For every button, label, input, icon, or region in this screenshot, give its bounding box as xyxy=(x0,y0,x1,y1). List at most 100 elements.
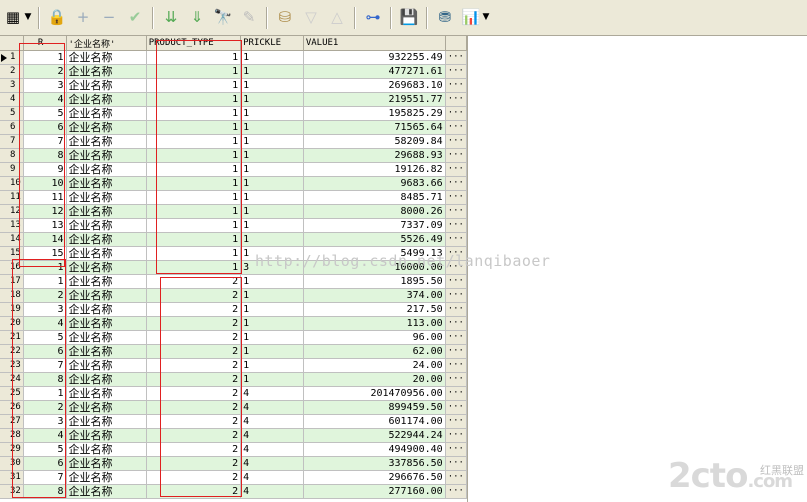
cell-company-name[interactable]: 企业名称 xyxy=(66,204,147,219)
cell-ellipsis-button[interactable]: ··· xyxy=(445,218,467,233)
row-number[interactable]: 16 xyxy=(0,260,24,275)
table-row[interactable]: 31 7 企业名称 2 4 296676.50 ··· xyxy=(0,470,467,485)
cell-r[interactable]: 3 xyxy=(23,414,67,429)
row-number[interactable]: 3 xyxy=(0,78,24,93)
cell-prickle[interactable]: 1 xyxy=(240,372,304,387)
cell-product-type[interactable]: 2 xyxy=(146,358,242,373)
cell-prickle[interactable]: 1 xyxy=(240,302,304,317)
find-icon[interactable]: 🔭 xyxy=(212,7,234,29)
cell-r[interactable]: 5 xyxy=(23,106,67,121)
cell-prickle[interactable]: 1 xyxy=(240,64,304,79)
row-number[interactable]: 25 xyxy=(0,386,24,401)
table-row[interactable]: 11 11 企业名称 1 1 8485.71 ··· xyxy=(0,190,467,205)
table-row[interactable]: 18 2 企业名称 2 1 374.00 ··· xyxy=(0,288,467,303)
cell-ellipsis-button[interactable]: ··· xyxy=(445,386,467,401)
filter-down-icon[interactable]: ⇊ xyxy=(160,7,182,29)
cell-ellipsis-button[interactable]: ··· xyxy=(445,204,467,219)
cell-value1[interactable]: 195825.29 xyxy=(303,106,446,121)
cell-ellipsis-button[interactable]: ··· xyxy=(445,190,467,205)
cell-value1[interactable]: 296676.50 xyxy=(303,470,446,485)
table-row[interactable]: 23 7 企业名称 2 1 24.00 ··· xyxy=(0,358,467,373)
cell-ellipsis-button[interactable]: ··· xyxy=(445,92,467,107)
cell-product-type[interactable]: 2 xyxy=(146,456,242,471)
cell-company-name[interactable]: 企业名称 xyxy=(66,316,147,331)
cell-company-name[interactable]: 企业名称 xyxy=(66,414,147,429)
table-row[interactable]: 8 8 企业名称 1 1 29688.93 ··· xyxy=(0,148,467,163)
cell-prickle[interactable]: 1 xyxy=(240,120,304,135)
cell-value1[interactable]: 522944.24 xyxy=(303,428,446,443)
cell-value1[interactable]: 8485.71 xyxy=(303,190,446,205)
table-row[interactable]: 24 8 企业名称 2 1 20.00 ··· xyxy=(0,372,467,387)
cell-prickle[interactable]: 1 xyxy=(240,92,304,107)
row-number[interactable]: 28 xyxy=(0,428,24,443)
row-number[interactable]: 24 xyxy=(0,372,24,387)
cell-r[interactable]: 1 xyxy=(23,274,67,289)
cell-value1[interactable]: 932255.49 xyxy=(303,50,446,65)
cell-company-name[interactable]: 企业名称 xyxy=(66,330,147,345)
cell-r[interactable]: 2 xyxy=(23,400,67,415)
row-number[interactable]: 5 xyxy=(0,106,24,121)
cell-company-name[interactable]: 企业名称 xyxy=(66,288,147,303)
cell-ellipsis-button[interactable]: ··· xyxy=(445,50,467,65)
table-row[interactable]: 21 5 企业名称 2 1 96.00 ··· xyxy=(0,330,467,345)
cell-company-name[interactable]: 企业名称 xyxy=(66,148,147,163)
cell-value1[interactable]: 19126.82 xyxy=(303,162,446,177)
cell-company-name[interactable]: 企业名称 xyxy=(66,302,147,317)
row-number[interactable]: 29 xyxy=(0,442,24,457)
cell-company-name[interactable]: 企业名称 xyxy=(66,50,147,65)
cell-product-type[interactable]: 1 xyxy=(146,246,242,261)
save-icon[interactable]: 💾 xyxy=(398,7,420,29)
cell-product-type[interactable]: 2 xyxy=(146,470,242,485)
cell-value1[interactable]: 5526.49 xyxy=(303,232,446,247)
cell-product-type[interactable]: 1 xyxy=(146,260,242,275)
row-number[interactable]: 26 xyxy=(0,400,24,415)
row-number[interactable]: 31 xyxy=(0,470,24,485)
cell-company-name[interactable]: 企业名称 xyxy=(66,134,147,149)
row-selector-header[interactable] xyxy=(0,36,24,51)
row-number[interactable]: 17 xyxy=(0,274,24,289)
table-row[interactable]: 22 6 企业名称 2 1 62.00 ··· xyxy=(0,344,467,359)
cell-value1[interactable]: 113.00 xyxy=(303,316,446,331)
cell-ellipsis-button[interactable]: ··· xyxy=(445,134,467,149)
post-icon[interactable]: ✔ xyxy=(124,7,146,29)
cell-company-name[interactable]: 企业名称 xyxy=(66,176,147,191)
cell-company-name[interactable]: 企业名称 xyxy=(66,372,147,387)
cell-prickle[interactable]: 1 xyxy=(240,288,304,303)
cell-company-name[interactable]: 企业名称 xyxy=(66,232,147,247)
cell-value1[interactable]: 337856.50 xyxy=(303,456,446,471)
row-number[interactable]: 8 xyxy=(0,148,24,163)
cell-company-name[interactable]: 企业名称 xyxy=(66,162,147,177)
cell-prickle[interactable]: 4 xyxy=(240,386,304,401)
chart-icon[interactable]: 📊 xyxy=(460,7,482,29)
cell-value1[interactable]: 277160.00 xyxy=(303,484,446,499)
cell-company-name[interactable]: 企业名称 xyxy=(66,78,147,93)
cell-prickle[interactable]: 1 xyxy=(240,106,304,121)
cell-product-type[interactable]: 2 xyxy=(146,274,242,289)
cell-value1[interactable]: 62.00 xyxy=(303,344,446,359)
row-number[interactable]: 27 xyxy=(0,414,24,429)
table-row[interactable]: 3 3 企业名称 1 1 269683.10 ··· xyxy=(0,78,467,93)
cell-prickle[interactable]: 1 xyxy=(240,50,304,65)
remove-icon[interactable]: − xyxy=(98,7,120,29)
cell-product-type[interactable]: 1 xyxy=(146,92,242,107)
table-row[interactable]: 13 13 企业名称 1 1 7337.09 ··· xyxy=(0,218,467,233)
cell-ellipsis-button[interactable]: ··· xyxy=(445,330,467,345)
cell-product-type[interactable]: 2 xyxy=(146,302,242,317)
cell-prickle[interactable]: 1 xyxy=(240,190,304,205)
export-icon[interactable]: ⛃ xyxy=(434,7,456,29)
cell-product-type[interactable]: 2 xyxy=(146,316,242,331)
cell-product-type[interactable]: 2 xyxy=(146,428,242,443)
cell-prickle[interactable]: 1 xyxy=(240,218,304,233)
table-row[interactable]: 9 9 企业名称 1 1 19126.82 ··· xyxy=(0,162,467,177)
cell-r[interactable]: 1 xyxy=(23,50,67,65)
table-row[interactable]: 5 5 企业名称 1 1 195825.29 ··· xyxy=(0,106,467,121)
row-number[interactable]: 1 xyxy=(0,50,24,65)
cell-value1[interactable]: 601174.00 xyxy=(303,414,446,429)
row-number[interactable]: 15 xyxy=(0,246,24,261)
row-number[interactable]: 19 xyxy=(0,302,24,317)
cell-company-name[interactable]: 企业名称 xyxy=(66,246,147,261)
cell-ellipsis-button[interactable]: ··· xyxy=(445,442,467,457)
table-row[interactable]: 1 1 企业名称 1 1 932255.49 ··· xyxy=(0,50,467,65)
cell-product-type[interactable]: 1 xyxy=(146,232,242,247)
row-number[interactable]: 9 xyxy=(0,162,24,177)
